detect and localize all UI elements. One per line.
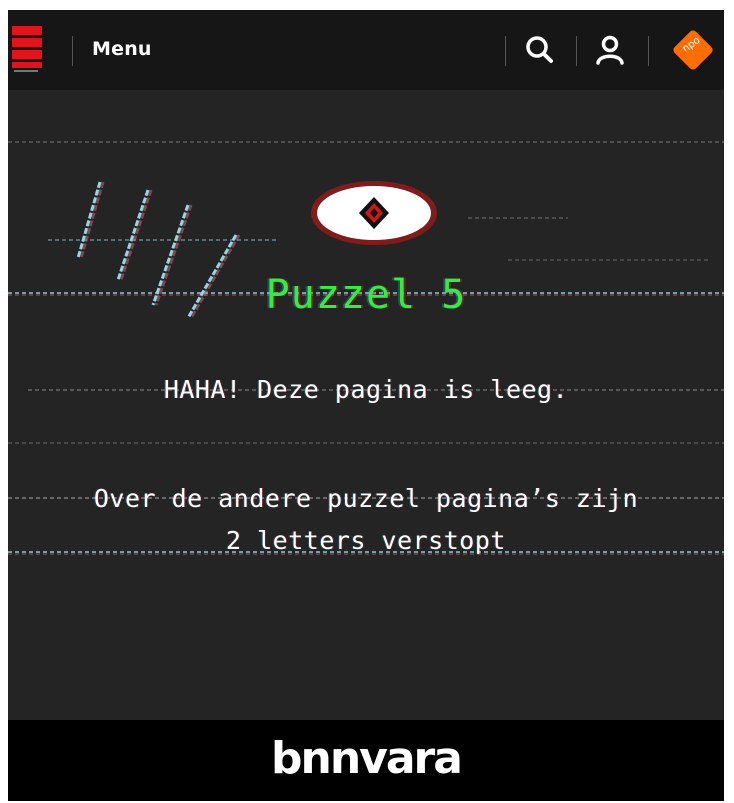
search-icon[interactable]	[522, 32, 558, 68]
puzzle-title: Puzzel 5	[265, 272, 467, 318]
menu-button[interactable]: Menu	[92, 38, 152, 60]
npo-logo-icon[interactable]: npo	[668, 25, 718, 75]
user-icon[interactable]	[592, 32, 628, 68]
hint-message: Over de andere puzzel pagina’s zijn 2 le…	[8, 478, 724, 562]
page-frame: Menu npo Puzzel 5 HAHA! Deze pagina is l…	[8, 10, 724, 801]
header-divider	[648, 36, 649, 66]
bnnvara-wordmark[interactable]: bnnvara	[8, 733, 724, 784]
hint-line: 2 letters verstopt	[226, 526, 506, 555]
header-divider	[576, 36, 577, 66]
header-divider	[505, 36, 506, 66]
bnnvara-logo-icon[interactable]	[12, 26, 42, 74]
eye-icon	[310, 180, 438, 246]
footer: bnnvara	[8, 720, 724, 801]
puzzle-scene: Puzzel 5 HAHA! Deze pagina is leeg. Over…	[8, 90, 724, 720]
empty-page-message: HAHA! Deze pagina is leeg.	[163, 375, 569, 404]
header-divider	[72, 36, 73, 66]
top-navigation-bar: Menu npo	[8, 10, 724, 90]
hint-line: Over de andere puzzel pagina’s zijn	[93, 484, 639, 513]
